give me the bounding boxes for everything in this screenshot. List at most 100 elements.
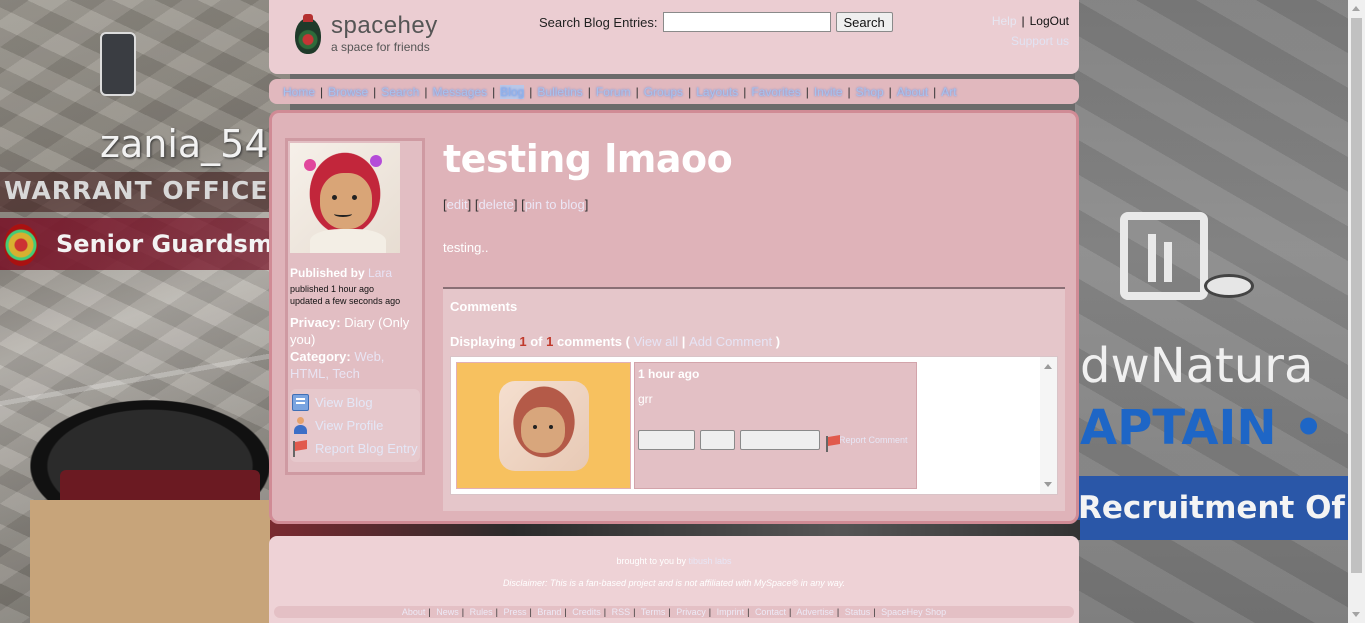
nav-separator: | — [492, 84, 496, 99]
sidebar-actions: View Blog View Profile Report Blog Entry — [290, 388, 420, 462]
footer-link-press[interactable]: Press — [503, 607, 526, 617]
scroll-down-arrow-icon[interactable] — [1352, 612, 1360, 617]
site-logo[interactable]: spacehey a space for friends — [295, 14, 438, 54]
published-label: Published by — [290, 266, 365, 280]
background-right-text-3: Recruitment Of — [1078, 490, 1345, 526]
person-icon — [292, 416, 309, 434]
main-nav: Home | Browse | Search | Messages | Blog | Bu… — [269, 79, 1079, 104]
footer-link-imprint[interactable]: Imprint — [717, 607, 745, 617]
footer-link-status[interactable]: Status — [845, 607, 871, 617]
support-link[interactable]: Support us — [992, 34, 1069, 48]
blog-search-form: Search Blog Entries: Search — [539, 12, 893, 32]
footer-link-brand[interactable]: Brand — [537, 607, 561, 617]
nav-item-shop[interactable]: Shop — [856, 85, 884, 99]
scroll-up-arrow-icon[interactable] — [1044, 364, 1052, 369]
view-profile-label: View Profile — [315, 417, 384, 433]
author-link[interactable]: Lara — [368, 266, 392, 280]
logout-link[interactable]: LogOut — [1030, 14, 1069, 28]
background-logo-dot — [1204, 274, 1254, 298]
edit-link[interactable]: edit — [447, 197, 468, 212]
background-role-text: Senior Guardsma — [56, 230, 290, 258]
commenter-avatar[interactable] — [498, 380, 589, 471]
author-avatar[interactable] — [290, 143, 400, 253]
nav-item-about[interactable]: About — [897, 85, 928, 99]
footer-link-privacy[interactable]: Privacy — [676, 607, 706, 617]
nav-item-favorites[interactable]: Favorites — [751, 85, 800, 99]
footer-link-credits[interactable]: Credits — [572, 607, 601, 617]
background-right-text-2: APTAIN • — [1080, 400, 1324, 456]
background-role-bar: Senior Guardsma — [0, 218, 290, 270]
nav-separator: | — [847, 84, 851, 99]
footer-separator: | — [873, 607, 876, 617]
search-button[interactable]: Search — [835, 12, 893, 32]
nav-item-messages[interactable]: Messages — [432, 85, 487, 99]
footer-link-news[interactable]: News — [436, 607, 459, 617]
report-blog-entry-link[interactable]: Report Blog Entry — [290, 437, 420, 460]
published-time: published 1 hour ago — [290, 284, 375, 294]
nav-item-layouts[interactable]: Layouts — [696, 85, 738, 99]
displaying-label: Displaying — [450, 334, 516, 349]
scroll-thumb[interactable] — [1351, 18, 1362, 573]
published-by: Published by Lara — [290, 266, 420, 280]
view-profile-link[interactable]: View Profile — [290, 414, 420, 437]
nav-item-blog[interactable]: Blog — [500, 84, 525, 99]
view-all-link[interactable]: View all — [634, 334, 679, 349]
avatar-mouth — [334, 211, 352, 217]
footer-link-rules[interactable]: Rules — [470, 607, 493, 617]
footer-link-contact[interactable]: Contact — [755, 607, 786, 617]
nav-item-search[interactable]: Search — [381, 85, 419, 99]
footer-separator: | — [428, 607, 431, 617]
avatar-head — [520, 406, 565, 453]
footer-link-about[interactable]: About — [402, 607, 426, 617]
category-label: Category: — [290, 349, 351, 365]
footer-link-shop[interactable]: SpaceHey Shop — [881, 607, 946, 617]
footer: brought to you by tibush labs Disclaimer… — [269, 536, 1079, 623]
scroll-down-arrow-icon[interactable] — [1044, 482, 1052, 487]
search-input[interactable] — [662, 12, 831, 32]
nav-item-forum[interactable]: Forum — [596, 85, 631, 99]
footer-link-rss[interactable]: RSS — [612, 607, 631, 617]
maze-logo-icon — [1120, 212, 1208, 300]
scroll-up-arrow-icon[interactable] — [1352, 6, 1360, 11]
brought-link[interactable]: tibush labs — [689, 556, 732, 566]
footer-credits: brought to you by tibush labs — [269, 556, 1079, 566]
search-label: Search Blog Entries: — [539, 14, 658, 30]
nav-item-groups[interactable]: Groups — [644, 85, 683, 99]
avatar-flower — [304, 159, 316, 171]
footer-separator: | — [529, 607, 532, 617]
avatar-body — [310, 229, 386, 253]
nav-item-invite[interactable]: Invite — [814, 85, 843, 99]
view-blog-link[interactable]: View Blog — [290, 391, 420, 414]
logo-name: spacehey — [331, 12, 438, 39]
footer-separator: | — [564, 607, 567, 617]
nav-item-bulletins[interactable]: Bulletins — [537, 85, 582, 99]
nav-separator: | — [805, 84, 809, 99]
comments-heading: Comments — [450, 299, 518, 314]
logo-text: spacehey a space for friends — [331, 12, 438, 54]
comment-action-button[interactable] — [700, 430, 735, 450]
pin-to-blog-link[interactable]: pin to blog — [525, 197, 585, 212]
page-scrollbar[interactable] — [1348, 0, 1365, 623]
delete-link[interactable]: delete — [478, 197, 513, 212]
comment-list-scrollbar[interactable] — [1040, 357, 1057, 494]
post-body: testing.. — [443, 240, 489, 255]
view-blog-label: View Blog — [315, 394, 373, 410]
footer-separator: | — [495, 607, 498, 617]
nav-item-art[interactable]: Art — [941, 85, 956, 99]
comment-list[interactable]: 1 hour ago grr Report Comment — [450, 356, 1058, 495]
footer-link-advertise[interactable]: Advertise — [796, 607, 834, 617]
post-title: testing lmaoo — [443, 137, 733, 181]
footer-separator: | — [747, 607, 750, 617]
comment-action-button[interactable] — [740, 430, 820, 450]
footer-separator: | — [461, 607, 465, 617]
privacy-info: Privacy: Diary (Only you) — [290, 315, 420, 349]
comment-action-button[interactable] — [638, 430, 695, 450]
add-comment-link[interactable]: Add Comment — [689, 334, 772, 349]
nav-item-browse[interactable]: Browse — [328, 85, 368, 99]
of-label: of — [530, 334, 543, 349]
nav-item-home[interactable]: Home — [283, 85, 315, 99]
report-comment-link[interactable]: Report Comment — [825, 435, 908, 452]
help-link[interactable]: Help — [992, 14, 1017, 28]
background-right-text-1: dwNatura — [1080, 338, 1314, 394]
footer-link-terms[interactable]: Terms — [641, 607, 666, 617]
